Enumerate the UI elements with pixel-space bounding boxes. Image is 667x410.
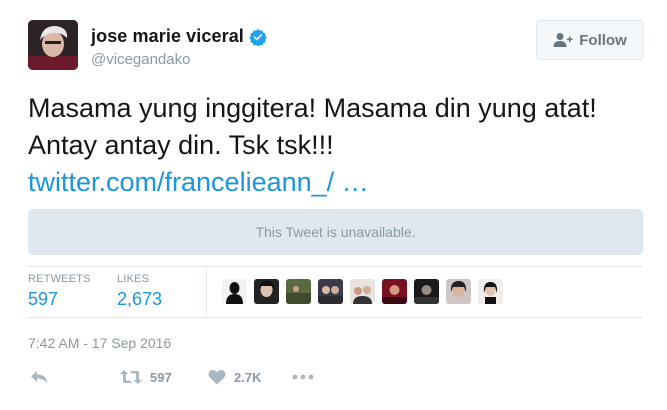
follow-label: Follow xyxy=(579,31,627,49)
retweet-count: 597 xyxy=(150,369,172,385)
retweets-stat[interactable]: RETWEETS 597 xyxy=(28,273,91,310)
retweet-icon xyxy=(120,370,142,384)
tweet-text: Masama yung inggitera! Masama din yung a… xyxy=(28,90,648,201)
divider xyxy=(28,317,643,318)
liker-avatar[interactable] xyxy=(286,279,311,304)
unavailable-text: This Tweet is unavailable. xyxy=(255,224,416,240)
liker-avatar[interactable] xyxy=(254,279,279,304)
retweets-value: 597 xyxy=(28,289,59,309)
display-name[interactable]: jose marie viceral xyxy=(91,26,244,47)
likes-value: 2,673 xyxy=(117,289,163,309)
tweet-stats: RETWEETS 597 LIKES 2,673 xyxy=(28,267,643,317)
like-count: 2.7K xyxy=(234,369,262,385)
tweet-header: jose marie viceral @vicegandako Follow xyxy=(28,20,644,76)
likes-stat[interactable]: LIKES 2,673 xyxy=(117,273,162,310)
avatar[interactable] xyxy=(28,20,78,70)
liker-avatar[interactable] xyxy=(446,279,471,304)
user-info: jose marie viceral @vicegandako xyxy=(91,26,267,68)
like-button[interactable]: 2.7K xyxy=(208,369,261,385)
tweet-actions: 597 2.7K xyxy=(28,365,428,393)
avatar-image xyxy=(28,20,78,70)
unavailable-tweet-notice: This Tweet is unavailable. xyxy=(28,209,643,255)
retweets-label: RETWEETS xyxy=(28,273,91,285)
add-user-icon xyxy=(553,33,573,47)
liker-avatar[interactable] xyxy=(478,279,503,304)
likes-label: LIKES xyxy=(117,273,150,285)
follow-button[interactable]: Follow xyxy=(536,20,644,60)
stats-separator xyxy=(206,267,207,317)
liker-avatar[interactable] xyxy=(350,279,375,304)
tweet-timestamp[interactable]: 7:42 AM - 17 Sep 2016 xyxy=(28,335,171,351)
reply-button[interactable] xyxy=(30,369,48,385)
tweet-link[interactable]: twitter.com/francelieann_/ … xyxy=(28,164,648,201)
verified-badge-icon xyxy=(249,28,267,46)
liker-avatar[interactable] xyxy=(222,279,247,304)
liker-avatar[interactable] xyxy=(414,279,439,304)
tweet-text-line-2: Antay antay din. Tsk tsk!!! xyxy=(28,130,334,160)
user-handle[interactable]: @vicegandako xyxy=(91,51,267,68)
retweet-button[interactable]: 597 xyxy=(120,369,172,385)
heart-icon xyxy=(208,369,226,385)
tweet-text-line-1: Masama yung inggitera! Masama din yung a… xyxy=(28,93,597,123)
reply-icon xyxy=(31,371,47,383)
liker-avatars xyxy=(222,279,503,304)
liker-avatar[interactable] xyxy=(382,279,407,304)
more-button[interactable] xyxy=(292,369,314,385)
more-icon xyxy=(292,374,314,380)
liker-avatar[interactable] xyxy=(318,279,343,304)
